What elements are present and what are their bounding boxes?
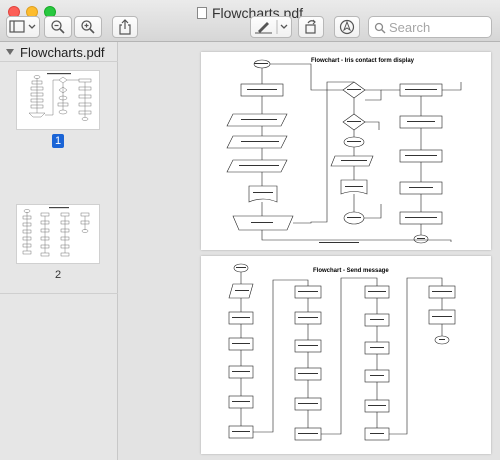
page-thumbnail-1[interactable] bbox=[16, 70, 100, 130]
search-field[interactable]: Search bbox=[368, 16, 492, 38]
page-2-title: Flowchart - Send message bbox=[313, 268, 389, 274]
share-button[interactable] bbox=[112, 16, 138, 38]
rotate-button[interactable] bbox=[298, 16, 324, 38]
sidebar-header[interactable]: Flowcharts.pdf bbox=[0, 42, 118, 62]
page-number-2[interactable]: 2 bbox=[52, 268, 64, 282]
search-placeholder: Search bbox=[389, 20, 431, 35]
zoom-in-button[interactable] bbox=[74, 16, 102, 38]
disclosure-triangle-icon[interactable] bbox=[6, 49, 14, 55]
pdf-page-1: Flowchart - Iris contact form display bbox=[201, 52, 491, 250]
sidebar-divider bbox=[0, 293, 118, 294]
pen-icon bbox=[255, 20, 288, 34]
rotate-icon bbox=[305, 19, 316, 34]
page-thumbnail-2[interactable] bbox=[16, 204, 100, 264]
flowchart-send-message-diagram bbox=[228, 263, 456, 441]
annotate-button[interactable] bbox=[334, 16, 360, 38]
sidebar-icon bbox=[9, 20, 36, 33]
markup-button[interactable] bbox=[250, 16, 292, 38]
page-1-title: Flowchart - Iris contact form display bbox=[311, 58, 415, 64]
annotate-icon bbox=[339, 19, 355, 35]
flowchart-iris-diagram bbox=[226, 59, 462, 244]
sidebar-toggle-button[interactable] bbox=[6, 16, 40, 38]
zoom-in-icon bbox=[81, 20, 95, 34]
pdf-document-icon bbox=[196, 7, 207, 19]
sidebar-document-title: Flowcharts.pdf bbox=[20, 45, 105, 60]
zoom-out-icon bbox=[51, 20, 65, 34]
page-thumbnail-2-preview bbox=[22, 207, 90, 257]
title-bar: Flowcharts.pdf Search bbox=[0, 0, 500, 42]
pdf-page-2: Flowchart - Send message bbox=[201, 256, 491, 454]
search-icon bbox=[374, 22, 386, 34]
share-icon bbox=[119, 19, 131, 35]
zoom-out-button[interactable] bbox=[44, 16, 72, 38]
preview-window: Flowcharts.pdf Search Flowcharts.pdf 1 2… bbox=[0, 0, 500, 460]
page-thumbnail-1-preview bbox=[28, 73, 92, 121]
thumbnail-sidebar: Flowcharts.pdf 1 2 bbox=[0, 42, 118, 460]
document-view[interactable]: Flowchart - Iris contact form display Fl… bbox=[118, 42, 500, 460]
page-number-1[interactable]: 1 bbox=[52, 134, 64, 148]
